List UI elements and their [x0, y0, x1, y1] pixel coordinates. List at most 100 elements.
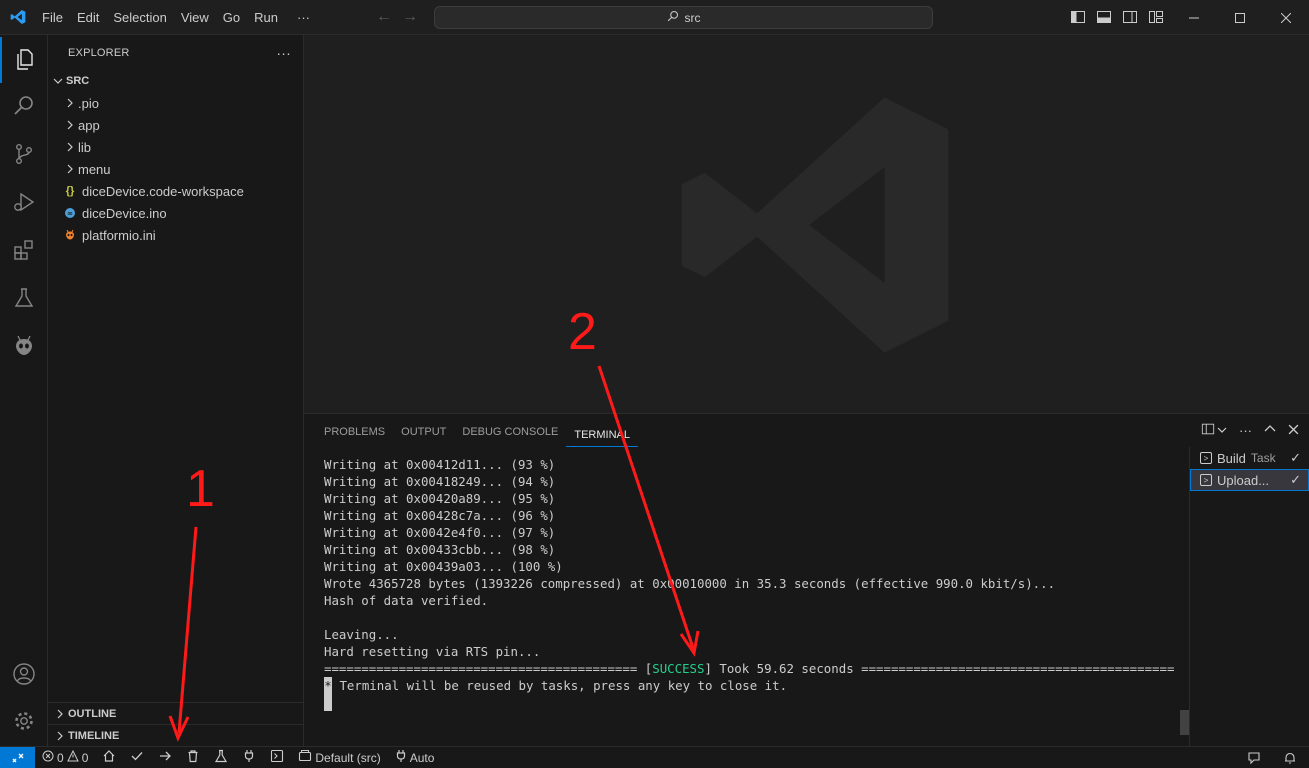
- close-button[interactable]: [1263, 0, 1309, 35]
- navigation-arrows: ← →: [376, 8, 418, 26]
- terminal-output[interactable]: Writing at 0x00412d11... (93 %) Writing …: [324, 456, 1184, 711]
- menu-selection[interactable]: Selection: [106, 0, 173, 35]
- settings-gear-icon[interactable]: [0, 698, 48, 744]
- minimize-button[interactable]: [1171, 0, 1217, 35]
- pio-clean-button[interactable]: [179, 747, 207, 768]
- toggle-secondary-sidebar-icon[interactable]: [1122, 9, 1138, 28]
- search-icon: [667, 10, 679, 25]
- task-build[interactable]: > Build Task ✓: [1190, 447, 1309, 469]
- json-braces-icon: {}: [65, 185, 75, 197]
- panel-actions: ···: [1201, 422, 1309, 439]
- pio-environment-selector[interactable]: Default (src): [291, 747, 387, 768]
- explorer-more-actions[interactable]: ···: [276, 45, 291, 61]
- tree-item-ino-file[interactable]: ∞ diceDevice.ino: [48, 202, 303, 224]
- maximize-panel-icon[interactable]: [1264, 423, 1276, 438]
- workspace-root-section[interactable]: SRC: [48, 70, 303, 92]
- chevron-down-icon[interactable]: [1217, 423, 1227, 438]
- outline-section[interactable]: OUTLINE: [48, 702, 304, 724]
- search-icon[interactable]: [0, 83, 48, 129]
- environment-label: Default (src): [315, 750, 381, 765]
- toggle-panel-icon[interactable]: [1096, 9, 1112, 28]
- forward-arrow-icon[interactable]: →: [402, 8, 418, 26]
- bottom-panel: PROBLEMS OUTPUT DEBUG CONSOLE TERMINAL ·…: [304, 413, 1309, 747]
- terminal-reuse-line: * Terminal will be reused by tasks, pres…: [324, 677, 1184, 694]
- port-label: Auto: [409, 750, 435, 765]
- notifications-bell-icon[interactable]: [1271, 747, 1309, 768]
- tree-item-app[interactable]: app: [48, 114, 303, 136]
- maximize-button[interactable]: [1217, 0, 1263, 35]
- success-status: SUCCESS: [652, 661, 705, 676]
- pio-build-button[interactable]: [123, 747, 151, 768]
- tree-item-pio[interactable]: .pio: [48, 92, 303, 114]
- tree-item-ini-file[interactable]: platformio.ini: [48, 224, 303, 246]
- title-bar: File Edit Selection View Go Run ··· ← → …: [0, 0, 1309, 35]
- explorer-title: EXPLORER: [68, 46, 130, 59]
- arduino-file-icon: ∞: [62, 205, 78, 221]
- toggle-primary-sidebar-icon[interactable]: [1070, 9, 1086, 28]
- platformio-file-icon: [62, 227, 78, 243]
- menu-file[interactable]: File: [35, 0, 70, 35]
- chevron-down-icon: [50, 76, 66, 86]
- terminal-line: Writing at 0x00412d11... (93 %): [324, 457, 556, 472]
- task-label: Build: [1217, 450, 1246, 466]
- vscode-watermark-icon: [681, 97, 949, 353]
- chevron-right-icon: [62, 142, 78, 152]
- chevron-right-icon: [62, 120, 78, 130]
- tab-problems[interactable]: PROBLEMS: [316, 414, 393, 449]
- check-icon: [130, 749, 144, 766]
- tree-item-menu[interactable]: menu: [48, 158, 303, 180]
- tree-item-lib[interactable]: lib: [48, 136, 303, 158]
- reuse-marker: *: [324, 677, 332, 694]
- back-arrow-icon[interactable]: ←: [376, 8, 392, 26]
- trash-icon: [186, 749, 200, 766]
- tree-item-workspace-file[interactable]: {} diceDevice.code-workspace: [48, 180, 303, 202]
- terminal-line: Writing at 0x00420a89... (95 %): [324, 491, 556, 506]
- plug-icon: [242, 749, 256, 766]
- menu-more[interactable]: ···: [285, 0, 322, 35]
- menu-run[interactable]: Run: [247, 0, 285, 35]
- tab-debug-console[interactable]: DEBUG CONSOLE: [454, 414, 566, 449]
- result-suffix: ] Took 59.62 seconds ===================…: [704, 661, 1175, 676]
- platformio-alien-icon[interactable]: [0, 323, 48, 369]
- menu-view[interactable]: View: [174, 0, 216, 35]
- pio-test-button[interactable]: [207, 747, 235, 768]
- remote-indicator-icon[interactable]: [0, 746, 35, 768]
- more-actions-icon[interactable]: ···: [1239, 423, 1252, 438]
- terminal-line: Hard resetting via RTS pin...: [324, 644, 541, 659]
- pio-upload-button[interactable]: [151, 747, 179, 768]
- terminal-line: Writing at 0x00428c7a... (96 %): [324, 508, 556, 523]
- split-terminal-icon[interactable]: [1201, 422, 1215, 439]
- chevron-right-icon: [52, 731, 68, 741]
- terminal-icon: [270, 749, 284, 766]
- tab-terminal[interactable]: TERMINAL: [566, 417, 638, 447]
- explorer-icon[interactable]: [0, 37, 48, 83]
- tree-item-label: diceDevice.ino: [82, 205, 167, 221]
- close-panel-icon[interactable]: [1288, 423, 1299, 438]
- pio-serial-monitor-button[interactable]: [235, 747, 263, 768]
- pio-port-selector[interactable]: Auto: [388, 747, 442, 768]
- problems-status[interactable]: 0 0: [35, 747, 95, 768]
- pio-home-button[interactable]: [95, 747, 123, 768]
- extensions-icon[interactable]: [0, 227, 48, 273]
- source-control-icon[interactable]: [0, 131, 48, 177]
- chevron-right-icon: [62, 164, 78, 174]
- task-upload[interactable]: > Upload... ✓: [1190, 469, 1309, 491]
- terminal-task-list: > Build Task ✓ > Upload... ✓: [1189, 447, 1309, 747]
- timeline-section[interactable]: TIMELINE: [48, 724, 304, 746]
- status-bar: 0 0 Default (src) Auto: [0, 746, 1309, 768]
- copilot-chat-icon[interactable]: [1237, 747, 1271, 768]
- customize-layout-icon[interactable]: [1148, 9, 1164, 28]
- menu-edit[interactable]: Edit: [70, 0, 106, 35]
- testing-flask-icon[interactable]: [0, 275, 48, 321]
- chevron-right-icon: [62, 98, 78, 108]
- tab-output[interactable]: OUTPUT: [393, 414, 454, 449]
- menu-go[interactable]: Go: [216, 0, 247, 35]
- terminal-cursor: [324, 694, 332, 711]
- pio-terminal-button[interactable]: [263, 747, 291, 768]
- run-debug-icon[interactable]: [0, 179, 48, 225]
- command-center-search[interactable]: src: [434, 6, 933, 29]
- error-count: 0: [57, 750, 64, 765]
- chevron-right-icon: [52, 709, 68, 719]
- accounts-icon[interactable]: [0, 651, 48, 697]
- check-icon: ✓: [1290, 450, 1301, 465]
